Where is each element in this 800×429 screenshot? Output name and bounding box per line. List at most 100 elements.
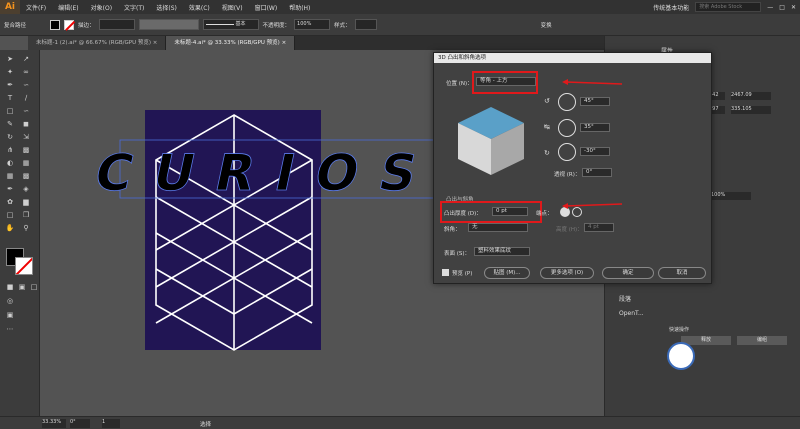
dialog-title: 3D 凸出和斜角选项	[434, 53, 711, 63]
document-tabs: 未标题-1 (2).ai* @ 66.67% (RGB/GPU 预览) × 未标…	[28, 36, 604, 50]
paragraph-panel-item[interactable]: 段落	[619, 294, 631, 303]
rectangle-tool-icon[interactable]: □	[4, 106, 16, 117]
more-options-button[interactable]: 更多选项 (O)	[540, 267, 594, 279]
tab-close-icon[interactable]: ×	[153, 40, 158, 46]
menu-edit[interactable]: 编辑(E)	[52, 3, 84, 12]
height-field[interactable]: 4 pt	[584, 223, 614, 232]
gradient-mode-icon[interactable]: ▣	[16, 282, 28, 293]
shaper-tool-icon[interactable]: ✎	[4, 119, 16, 130]
free-transform-tool-icon[interactable]: ▩	[20, 145, 32, 156]
status-bar: 33.33% 0° 1 选择	[0, 416, 800, 429]
width-tool-icon[interactable]: ⋔	[4, 145, 16, 156]
menu-effect[interactable]: 效果(C)	[183, 3, 216, 12]
opacity-label: 不透明度：	[262, 22, 291, 29]
workspace-switcher[interactable]: 传统基本功能	[653, 3, 689, 12]
screen-mode-icon[interactable]: ▣	[4, 310, 16, 321]
zoom-tool-icon[interactable]: ⚲	[20, 223, 32, 234]
curvature-tool-icon[interactable]: ∽	[20, 80, 32, 91]
artboard-number-field[interactable]: 1	[102, 419, 120, 428]
menu-view[interactable]: 视图(V)	[216, 3, 249, 12]
menu-help[interactable]: 帮助(H)	[283, 3, 316, 12]
stroke-label: 描边：	[78, 22, 95, 29]
style-label: 样式：	[334, 22, 351, 29]
line-tool-icon[interactable]: ∕	[20, 93, 32, 104]
rotate-tool-icon[interactable]: ↻	[4, 132, 16, 143]
none-mode-icon[interactable]: □	[28, 282, 40, 293]
menu-window[interactable]: 窗口(W)	[249, 3, 284, 12]
blend-tool-icon[interactable]: ◈	[20, 184, 32, 195]
map-button[interactable]: 贴图 (M)...	[484, 267, 530, 279]
symbol-sprayer-tool-icon[interactable]: ✿	[4, 197, 16, 208]
pen-tool-icon[interactable]: ✒	[4, 80, 16, 91]
bevel-dropdown[interactable]: 无	[468, 223, 528, 232]
magic-wand-tool-icon[interactable]: ✦	[4, 67, 16, 78]
variable-width-field[interactable]	[138, 19, 199, 30]
menu-file[interactable]: 文件(F)	[20, 3, 52, 12]
panel-opacity-field[interactable]: 100%	[711, 192, 751, 200]
lasso-tool-icon[interactable]: ∞	[20, 67, 32, 78]
width-field[interactable]: 2467.09	[731, 92, 771, 100]
rotate-view-field[interactable]: 0°	[70, 419, 90, 428]
current-tool-label: 选择	[200, 422, 212, 428]
eraser-tool-icon[interactable]: ◼	[20, 119, 32, 130]
cancel-button[interactable]: 取消	[658, 267, 706, 279]
draw-mode-icon[interactable]: ◎	[4, 296, 16, 307]
tab-document-4[interactable]: 未标题-4.ai* @ 33.33% (RGB/GPU 预览) ×	[166, 36, 296, 50]
position-label: 位置 (N)：	[446, 81, 473, 87]
3d-cube-preview[interactable]	[456, 105, 526, 177]
opacity-field[interactable]: 100%	[294, 19, 331, 30]
transform-link[interactable]: 变换	[541, 21, 552, 29]
hand-tool-icon[interactable]: ✋	[4, 223, 16, 234]
direct-selection-tool-icon[interactable]: ↗	[20, 54, 32, 65]
brush-style-label: 基本	[235, 21, 246, 27]
shape-builder-tool-icon[interactable]: ◐	[4, 158, 16, 169]
close-icon[interactable]: ✕	[791, 4, 796, 11]
menu-type[interactable]: 文字(T)	[118, 3, 150, 12]
fill-swatch[interactable]	[50, 19, 61, 30]
paintbrush-tool-icon[interactable]: ∽	[20, 106, 32, 117]
y-axis-rotation-icon: ↹	[544, 123, 550, 131]
app-logo: Ai	[0, 0, 20, 14]
stroke-color-icon[interactable]	[15, 257, 33, 275]
tab-document-1-label: 未标题-1 (2).ai* @ 66.67% (RGB/GPU 预览)	[36, 40, 151, 46]
menu-bar: Ai 文件(F) 编辑(E) 对象(O) 文字(T) 选择(S) 效果(C) 视…	[0, 0, 800, 14]
annotation-arrows	[562, 79, 623, 209]
none-slash-icon	[65, 20, 75, 31]
menu-select[interactable]: 选择(S)	[150, 3, 183, 12]
tab-document-1[interactable]: 未标题-1 (2).ai* @ 66.67% (RGB/GPU 预览) ×	[28, 36, 167, 50]
scale-tool-icon[interactable]: ⇲	[20, 132, 32, 143]
selection-tool-icon[interactable]: ➤	[4, 54, 16, 65]
tools-panel: ➤ ↗ ✦ ∞ ✒ ∽ T ∕ □ ∽ ✎ ◼ ↻ ⇲ ⋔ ▩ ◐ ▦ ▦ ▩ …	[0, 50, 40, 416]
type-tool-icon[interactable]: T	[4, 93, 16, 104]
cap-label: 端点：	[536, 211, 553, 217]
slice-tool-icon[interactable]: ❒	[20, 210, 32, 221]
brush-style-dropdown[interactable]: 基本	[202, 19, 259, 30]
preview-checkbox[interactable]	[442, 269, 449, 276]
color-mode-icon[interactable]: ■	[4, 282, 16, 293]
graphic-style-dropdown[interactable]	[354, 19, 377, 30]
stock-search-input[interactable]: 搜索 Adobe Stock	[695, 2, 762, 12]
brush-stroke-preview	[205, 24, 234, 25]
minimize-icon[interactable]: —	[767, 4, 773, 11]
stroke-weight-field[interactable]	[98, 19, 135, 30]
tab-close-icon[interactable]: ×	[282, 40, 287, 46]
artboard-tool-icon[interactable]: □	[4, 210, 16, 221]
group-button[interactable]: 编组	[737, 336, 787, 345]
stroke-swatch[interactable]	[64, 19, 75, 31]
graph-tool-icon[interactable]: ▆	[20, 197, 32, 208]
zoom-field[interactable]: 33.33%	[42, 419, 66, 428]
z-axis-rotation-icon: ↻	[544, 149, 550, 157]
maximize-icon[interactable]: □	[779, 4, 785, 11]
perspective-grid-tool-icon[interactable]: ▦	[20, 158, 32, 169]
menu-object[interactable]: 对象(O)	[85, 3, 118, 12]
edit-toolbar-icon[interactable]: ⋯	[4, 324, 16, 335]
gradient-tool-icon[interactable]: ▩	[20, 171, 32, 182]
eyedropper-tool-icon[interactable]: ✒	[4, 184, 16, 195]
height-field[interactable]: 335.105	[731, 106, 771, 114]
extrude-depth-field[interactable]: 0 pt	[492, 207, 528, 216]
mesh-tool-icon[interactable]: ▦	[4, 171, 16, 182]
surface-dropdown[interactable]: 塑料效果底纹	[474, 247, 530, 256]
ok-button[interactable]: 确定	[602, 267, 654, 279]
opentype-panel-item[interactable]: OpenT...	[619, 310, 644, 317]
control-bar: 复合路径 描边： 基本 不透明度： 100% 样式： 变换	[0, 14, 800, 36]
